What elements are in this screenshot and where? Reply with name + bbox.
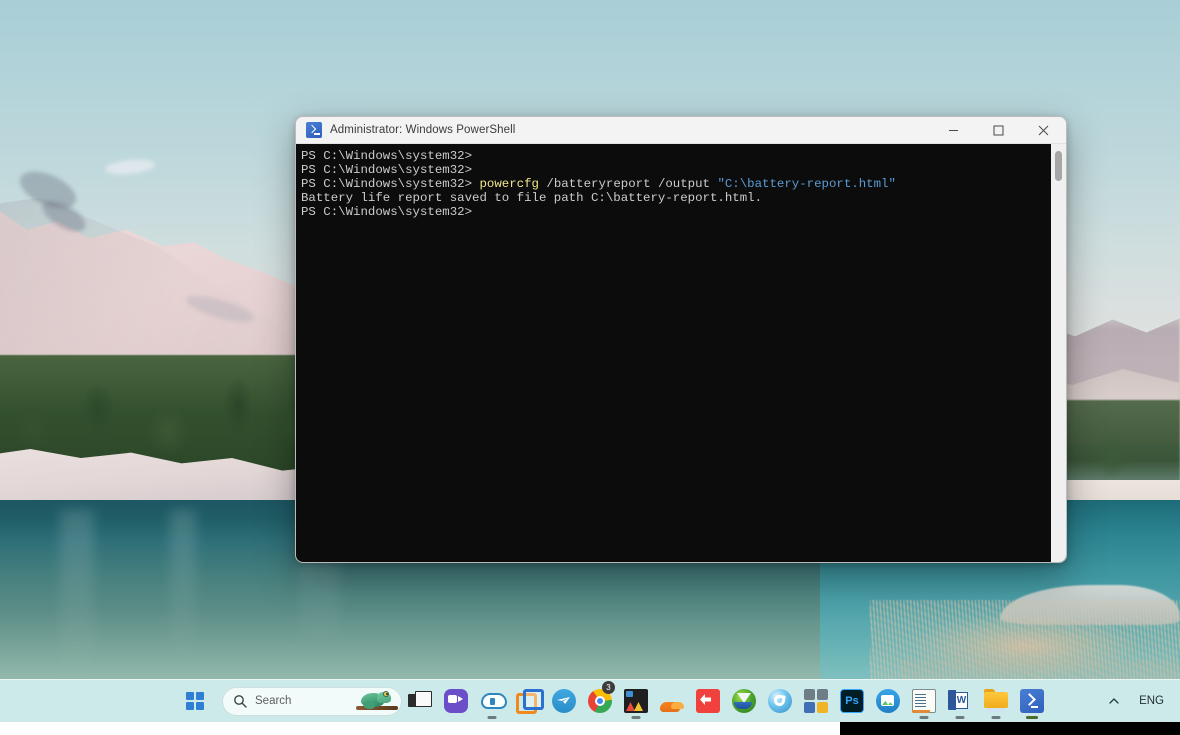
show-hidden-icons-button[interactable] xyxy=(1103,688,1125,714)
system-tray: ENG xyxy=(1103,688,1180,714)
photos-icon xyxy=(876,689,900,713)
phone-icon xyxy=(768,689,792,713)
console-line-3-command: powercfg xyxy=(479,177,539,192)
powershell-icon xyxy=(306,122,322,138)
running-indicator xyxy=(955,716,965,719)
word-icon xyxy=(948,689,972,713)
taskbar-item-notepad[interactable] xyxy=(906,681,942,721)
notepad-icon xyxy=(911,689,936,714)
taskbar-item-red-app[interactable] xyxy=(690,681,726,721)
taskbar-item-chrome[interactable]: 3 xyxy=(582,681,618,721)
video-chat-icon xyxy=(444,689,468,713)
telegram-icon xyxy=(552,689,576,713)
folder-icon xyxy=(984,689,1008,713)
scrollbar-thumb[interactable] xyxy=(1055,151,1062,181)
taskbar-item-photoshop[interactable]: Ps xyxy=(834,681,870,721)
close-icon xyxy=(1038,125,1049,136)
taskbar-item-telegram[interactable] xyxy=(546,681,582,721)
screen-bottom-strip-dark xyxy=(840,722,1180,735)
running-indicator xyxy=(487,716,497,719)
console-line-3-prompt: PS C:\Windows\system32> xyxy=(301,177,480,192)
maximize-icon xyxy=(993,125,1004,136)
minimize-icon xyxy=(949,130,958,131)
running-indicator xyxy=(631,716,641,719)
close-button[interactable] xyxy=(1021,117,1066,144)
desktop: 1 Administrator: Windows PowerShell xyxy=(0,0,1180,735)
taskbar: Search 3 Ps W ENG xyxy=(0,679,1180,722)
idm-icon xyxy=(732,689,756,713)
taskbar-item-idm[interactable] xyxy=(726,681,762,721)
window-title: Administrator: Windows PowerShell xyxy=(330,124,516,136)
cloud-lock-icon xyxy=(480,689,507,713)
taskbar-item-phone-link[interactable] xyxy=(762,681,798,721)
window-controls xyxy=(931,117,1066,144)
running-indicator-active xyxy=(1026,716,1038,719)
running-indicator xyxy=(991,716,1001,719)
powershell-icon xyxy=(1020,689,1044,713)
taskbar-item-file-explorer[interactable] xyxy=(978,681,1014,721)
snipping-tool-icon xyxy=(624,689,648,713)
red-diamond-icon xyxy=(696,689,720,713)
calculator-icon xyxy=(804,689,828,713)
console-line-4-output: Battery life report saved to file path C… xyxy=(301,191,763,206)
console-line-1: PS C:\Windows\system32> xyxy=(301,149,473,163)
console-body[interactable]: PS C:\Windows\system32> PS C:\Windows\sy… xyxy=(296,144,1066,562)
window-titlebar[interactable]: Administrator: Windows PowerShell xyxy=(296,117,1066,144)
taskbar-item-cloud-secure[interactable] xyxy=(474,681,510,721)
minimize-button[interactable] xyxy=(931,117,976,144)
frog-illustration-icon xyxy=(355,690,399,715)
taskbar-item-cloudflare[interactable] xyxy=(654,681,690,721)
vmware-icon xyxy=(516,689,544,714)
photoshop-icon: Ps xyxy=(840,689,864,713)
wallpaper-reflection xyxy=(60,510,94,680)
taskbar-item-snipping-tool[interactable] xyxy=(618,681,654,721)
console-line-5-prompt: PS C:\Windows\system32> xyxy=(301,205,473,220)
start-button[interactable] xyxy=(180,686,210,716)
search-input-placeholder[interactable]: Search xyxy=(255,695,291,707)
console-line-3-string: "C:\battery-report.html" xyxy=(717,177,896,192)
language-indicator[interactable]: ENG xyxy=(1135,693,1168,709)
taskbar-item-powershell[interactable] xyxy=(1014,681,1050,721)
chrome-badge: 3 xyxy=(602,681,615,694)
taskbar-item-photos[interactable] xyxy=(870,681,906,721)
console-output[interactable]: PS C:\Windows\system32> PS C:\Windows\sy… xyxy=(296,144,1066,219)
search-box[interactable]: Search xyxy=(222,686,402,716)
taskbar-item-task-view[interactable] xyxy=(402,681,438,721)
wallpaper-reflection xyxy=(170,510,196,660)
running-indicator xyxy=(919,716,929,719)
task-view-icon xyxy=(408,689,432,713)
taskbar-item-word[interactable] xyxy=(942,681,978,721)
console-line-2: PS C:\Windows\system32> xyxy=(301,163,473,178)
cloudflare-icon xyxy=(660,689,684,713)
console-line-3-args: /batteryreport /output xyxy=(538,177,718,192)
taskbar-item-calculator[interactable] xyxy=(798,681,834,721)
taskbar-pinned-apps: 3 Ps W xyxy=(402,681,1050,721)
maximize-button[interactable] xyxy=(976,117,1021,144)
chevron-up-icon xyxy=(1109,698,1119,704)
taskbar-item-vmware[interactable] xyxy=(510,681,546,721)
search-icon xyxy=(233,694,247,708)
console-scrollbar[interactable] xyxy=(1051,144,1066,562)
taskbar-item-meet[interactable] xyxy=(438,681,474,721)
powershell-window[interactable]: Administrator: Windows PowerShell PS C:\… xyxy=(295,116,1067,563)
windows-logo-icon xyxy=(186,692,204,710)
